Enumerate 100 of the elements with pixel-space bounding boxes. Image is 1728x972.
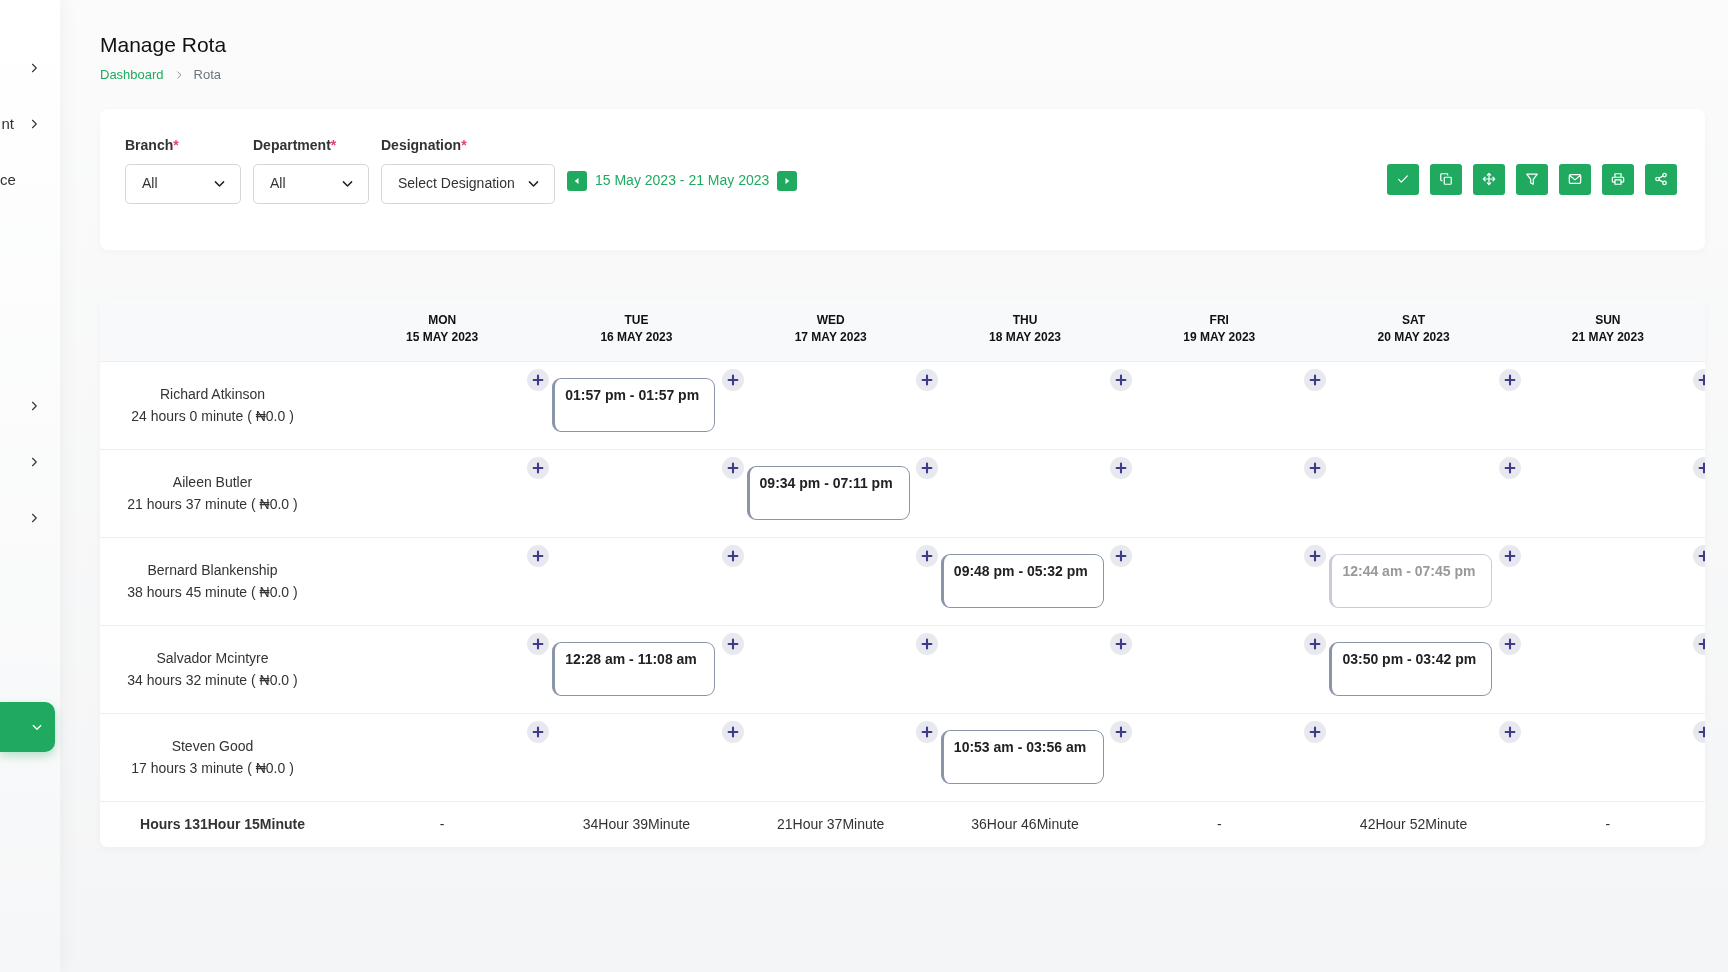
add-shift-button[interactable] — [915, 369, 938, 392]
add-shift-button[interactable] — [1110, 545, 1133, 568]
plus-icon — [1114, 637, 1129, 652]
shift-block[interactable]: 10:53 am - 03:56 am — [940, 730, 1104, 785]
day-header: MON 15 MAY 2023 — [405, 312, 480, 347]
check-button[interactable] — [1387, 163, 1419, 195]
plus-icon — [919, 549, 934, 564]
day-total: - — [439, 815, 445, 832]
shift-block[interactable]: 01:57 pm - 01:57 pm — [552, 378, 716, 433]
add-shift-button[interactable] — [527, 545, 550, 568]
employee-name: Aileen Butler — [171, 473, 254, 492]
plus-icon — [1308, 461, 1323, 476]
plus-icon — [1114, 373, 1129, 388]
add-shift-button[interactable] — [721, 721, 744, 744]
mail-icon — [1568, 172, 1582, 187]
day-total: - — [1605, 815, 1611, 832]
day-header: THU 18 MAY 2023 — [987, 312, 1062, 347]
plus-icon — [531, 373, 546, 388]
share-icon — [1654, 172, 1668, 187]
copy-icon — [1439, 172, 1453, 187]
add-shift-button[interactable] — [915, 545, 938, 568]
employee-hours: 24 hours 0 minute ( ₦0.0 ) — [130, 406, 295, 426]
add-shift-button[interactable] — [1304, 457, 1327, 480]
add-shift-button[interactable] — [915, 721, 938, 744]
sidebar-item-label[interactable]: ce — [0, 168, 16, 192]
add-shift-button[interactable] — [527, 457, 550, 480]
add-shift-button[interactable] — [1498, 545, 1521, 568]
add-shift-button[interactable] — [1304, 545, 1327, 568]
add-shift-button[interactable] — [1110, 721, 1133, 744]
employee-hours: 34 hours 32 minute ( ₦0.0 ) — [126, 670, 299, 690]
plus-icon — [1308, 549, 1323, 564]
day-header: FRI 19 MAY 2023 — [1182, 312, 1257, 347]
plus-icon — [919, 725, 934, 740]
add-shift-button[interactable] — [1304, 721, 1327, 744]
add-shift-button[interactable] — [721, 457, 744, 480]
plus-icon — [531, 461, 546, 476]
day-total: 42Hour 52Minute — [1359, 815, 1468, 832]
shift-block[interactable]: 12:28 am - 11:08 am — [552, 642, 716, 697]
share-button[interactable] — [1645, 163, 1677, 195]
plus-icon — [1114, 725, 1129, 740]
field-label: Designation* — [381, 135, 468, 155]
shift-block[interactable]: 09:48 pm - 05:32 pm — [940, 554, 1104, 609]
mail-button[interactable] — [1559, 163, 1591, 195]
add-shift-button[interactable] — [1304, 633, 1327, 656]
printer-icon — [1611, 172, 1625, 187]
select-field[interactable]: All — [253, 163, 369, 204]
shift-block[interactable]: 09:34 pm - 07:11 pm — [746, 466, 910, 521]
filter-button[interactable] — [1516, 163, 1548, 195]
day-header: SUN 21 MAY 2023 — [1570, 312, 1645, 347]
field-label: Department* — [253, 135, 338, 155]
plus-icon — [1308, 725, 1323, 740]
plus-icon — [531, 637, 546, 652]
employee-hours: 17 hours 3 minute ( ₦0.0 ) — [130, 758, 295, 778]
employee-hours: 38 hours 45 minute ( ₦0.0 ) — [126, 582, 299, 602]
sidebar-item-label[interactable]: nt — [1, 112, 14, 136]
copy-button[interactable] — [1430, 163, 1462, 195]
field-label: Branch* — [125, 135, 180, 155]
add-shift-button[interactable] — [527, 369, 550, 392]
add-shift-button[interactable] — [1304, 369, 1327, 392]
add-shift-button[interactable] — [1498, 457, 1521, 480]
breadcrumb-current: Rota — [193, 66, 222, 85]
plus-icon — [531, 549, 546, 564]
add-shift-button[interactable] — [721, 545, 744, 568]
select-field[interactable]: Select Designation — [381, 163, 555, 204]
add-shift-button[interactable] — [1498, 369, 1521, 392]
plus-icon — [725, 725, 740, 740]
move-button[interactable] — [1473, 163, 1505, 195]
add-shift-button[interactable] — [1110, 633, 1133, 656]
add-shift-button[interactable] — [1110, 457, 1133, 480]
employee-name: Richard Atkinson — [158, 385, 267, 404]
plus-icon — [531, 725, 546, 740]
print-button[interactable] — [1602, 163, 1634, 195]
day-total: 34Hour 39Minute — [582, 815, 691, 832]
add-shift-button[interactable] — [721, 369, 744, 392]
day-total: - — [1216, 815, 1222, 832]
plus-icon — [919, 373, 934, 388]
add-shift-button[interactable] — [721, 633, 744, 656]
filter-icon — [1525, 172, 1539, 187]
next-week-button[interactable] — [777, 170, 798, 191]
add-shift-button[interactable] — [1110, 369, 1133, 392]
plus-icon — [725, 461, 740, 476]
add-shift-button[interactable] — [1498, 721, 1521, 744]
employee-name: Salvador Mcintyre — [155, 649, 270, 668]
plus-icon — [1114, 549, 1129, 564]
previous-week-button[interactable] — [567, 170, 587, 191]
add-shift-button[interactable] — [527, 633, 550, 656]
plus-icon — [1502, 549, 1517, 564]
select-field[interactable]: All — [125, 163, 241, 204]
page-title: Manage Rota — [100, 32, 228, 58]
plus-icon — [1502, 461, 1517, 476]
day-header: TUE 16 MAY 2023 — [599, 312, 674, 347]
add-shift-button[interactable] — [915, 457, 938, 480]
plus-icon — [725, 373, 740, 388]
day-header: WED 17 MAY 2023 — [793, 312, 868, 347]
add-shift-button[interactable] — [915, 633, 938, 656]
shift-block[interactable]: 03:50 pm - 03:42 pm — [1329, 642, 1493, 697]
add-shift-button[interactable] — [527, 721, 550, 744]
plus-icon — [919, 461, 934, 476]
add-shift-button[interactable] — [1498, 633, 1521, 656]
plus-icon — [1114, 461, 1129, 476]
